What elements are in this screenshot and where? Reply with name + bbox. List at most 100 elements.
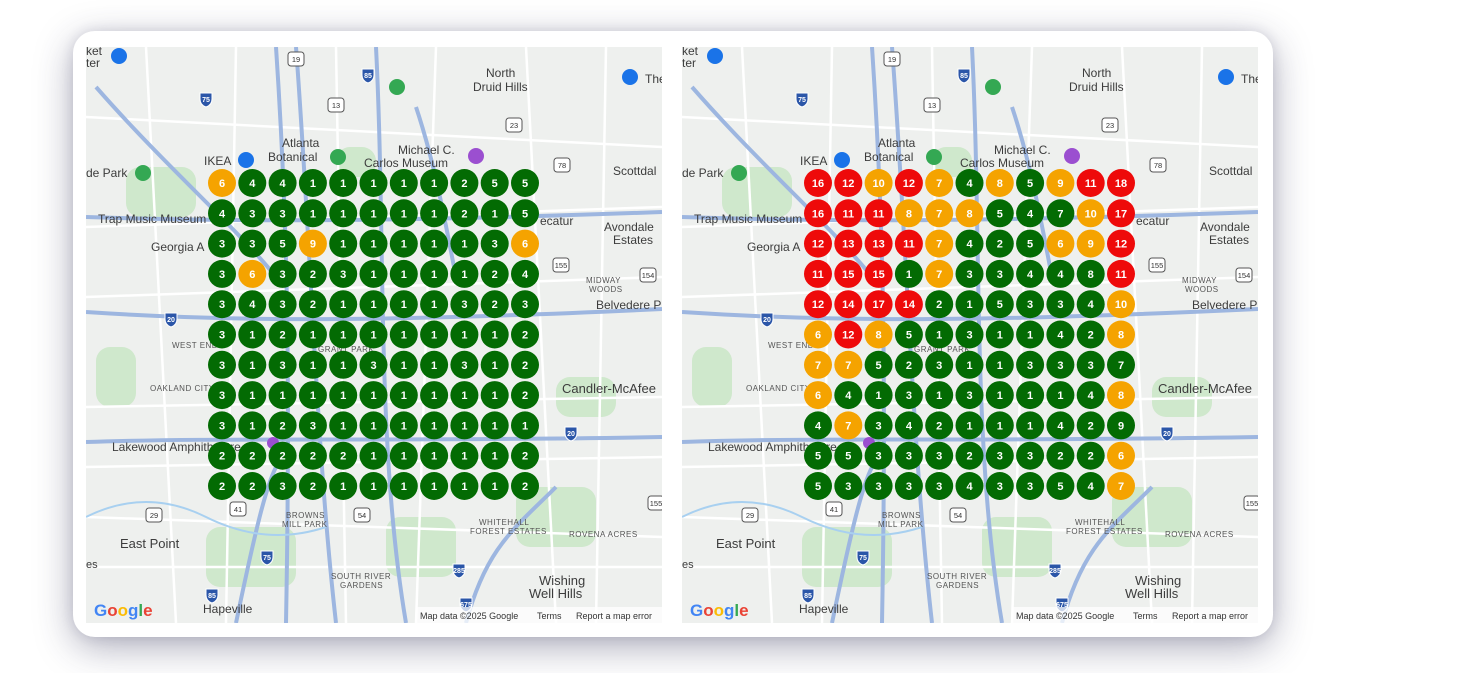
map-right[interactable]: 19 85 75 13 23 78 155 154 20 20 41 29 54 75 285 85 675 15… [682,47,1258,623]
rank-marker[interactable]: 1 [450,229,479,258]
rank-marker[interactable]: 3 [1046,350,1075,379]
rank-marker[interactable]: 3 [894,472,923,500]
rank-marker[interactable]: 1 [359,381,388,410]
rank-marker[interactable]: 7 [925,199,954,228]
rank-marker[interactable]: 3 [864,472,893,500]
rank-marker[interactable]: 2 [925,290,954,319]
rank-marker[interactable]: 4 [238,169,267,197]
rank-marker[interactable]: 5 [834,441,863,470]
rank-marker[interactable]: 3 [864,441,893,470]
rank-marker[interactable]: 2 [298,472,327,500]
rank-marker[interactable]: 11 [894,229,923,258]
rank-marker[interactable]: 1 [420,411,449,440]
rank-marker[interactable]: 1 [389,229,418,258]
rank-marker[interactable]: 1 [420,199,449,228]
rank-marker[interactable]: 1 [329,320,358,349]
rank-marker[interactable]: 1 [389,199,418,228]
rank-marker[interactable]: 4 [955,229,984,258]
rank-marker[interactable]: 1 [359,320,388,349]
rank-marker[interactable]: 6 [804,320,832,349]
rank-marker[interactable]: 1 [329,350,358,379]
rank-marker[interactable]: 3 [268,290,297,319]
rank-marker[interactable]: 1 [1016,411,1045,440]
rank-marker[interactable]: 5 [1046,472,1075,500]
rank-marker[interactable]: 2 [925,411,954,440]
rank-marker[interactable]: 7 [834,411,863,440]
rank-marker[interactable]: 1 [238,411,267,440]
rank-marker[interactable]: 3 [208,290,236,319]
rank-marker[interactable]: 11 [804,259,832,288]
terms-link[interactable]: Terms [537,611,562,621]
rank-marker[interactable]: 3 [985,472,1014,500]
rank-marker[interactable]: 2 [450,199,479,228]
report-error-link[interactable]: Report a map error [1172,611,1248,621]
rank-marker[interactable]: 17 [864,290,893,319]
rank-marker[interactable]: 3 [985,259,1014,288]
rank-marker[interactable]: 5 [985,199,1014,228]
rank-marker[interactable]: 5 [511,199,539,228]
rank-marker[interactable]: 1 [894,259,923,288]
rank-marker[interactable]: 7 [925,229,954,258]
rank-marker[interactable]: 8 [955,199,984,228]
rank-marker[interactable]: 12 [804,229,832,258]
rank-marker[interactable]: 7 [834,350,863,379]
rank-marker[interactable]: 4 [1046,320,1075,349]
rank-marker[interactable]: 1 [359,472,388,500]
rank-marker[interactable]: 1 [329,381,358,410]
rank-marker[interactable]: 3 [450,290,479,319]
rank-marker[interactable]: 1 [359,290,388,319]
rank-marker[interactable]: 2 [1046,441,1075,470]
rank-marker[interactable]: 4 [1016,259,1045,288]
rank-marker[interactable]: 9 [298,229,327,258]
rank-marker[interactable]: 7 [804,350,832,379]
rank-marker[interactable]: 2 [511,381,539,410]
rank-marker[interactable]: 4 [1076,290,1105,319]
rank-marker[interactable]: 2 [238,441,267,470]
rank-marker[interactable]: 3 [359,350,388,379]
rank-marker[interactable]: 1 [420,320,449,349]
rank-marker[interactable]: 3 [1016,290,1045,319]
rank-marker[interactable]: 12 [834,169,863,197]
rank-marker[interactable]: 1 [450,259,479,288]
rank-marker[interactable]: 3 [1016,350,1045,379]
rank-marker[interactable]: 14 [834,290,863,319]
rank-marker[interactable]: 11 [834,199,863,228]
rank-marker[interactable]: 1 [450,472,479,500]
rank-marker[interactable]: 1 [359,169,388,197]
rank-marker[interactable]: 1 [480,350,509,379]
rank-marker[interactable]: 3 [955,381,984,410]
rank-marker[interactable]: 1 [450,320,479,349]
rank-marker[interactable]: 1 [420,169,449,197]
rank-marker[interactable]: 1 [985,411,1014,440]
rank-marker[interactable]: 2 [450,169,479,197]
rank-marker[interactable]: 1 [329,411,358,440]
rank-marker[interactable]: 1 [420,259,449,288]
rank-marker[interactable]: 1 [480,472,509,500]
rank-marker[interactable]: 10 [1107,290,1135,319]
rank-marker[interactable]: 2 [894,350,923,379]
rank-marker[interactable]: 17 [1107,199,1135,228]
rank-marker[interactable]: 3 [955,259,984,288]
rank-marker[interactable]: 1 [1016,381,1045,410]
rank-marker[interactable]: 6 [511,229,539,258]
rank-marker[interactable]: 8 [1107,381,1135,410]
rank-marker[interactable]: 1 [985,320,1014,349]
rank-marker[interactable]: 1 [925,381,954,410]
rank-marker[interactable]: 2 [268,441,297,470]
rank-marker[interactable]: 13 [834,229,863,258]
rank-marker[interactable]: 6 [1046,229,1075,258]
rank-marker[interactable]: 1 [389,259,418,288]
rank-marker[interactable]: 3 [208,320,236,349]
rank-marker[interactable]: 3 [925,350,954,379]
rank-marker[interactable]: 1 [925,320,954,349]
rank-marker[interactable]: 3 [208,229,236,258]
rank-marker[interactable]: 3 [208,381,236,410]
rank-marker[interactable]: 4 [1076,472,1105,500]
rank-marker[interactable]: 3 [925,441,954,470]
rank-marker[interactable]: 4 [955,169,984,197]
rank-marker[interactable]: 1 [238,381,267,410]
rank-marker[interactable]: 3 [450,350,479,379]
rank-marker[interactable]: 5 [511,169,539,197]
rank-marker[interactable]: 7 [925,259,954,288]
rank-marker[interactable]: 3 [511,290,539,319]
